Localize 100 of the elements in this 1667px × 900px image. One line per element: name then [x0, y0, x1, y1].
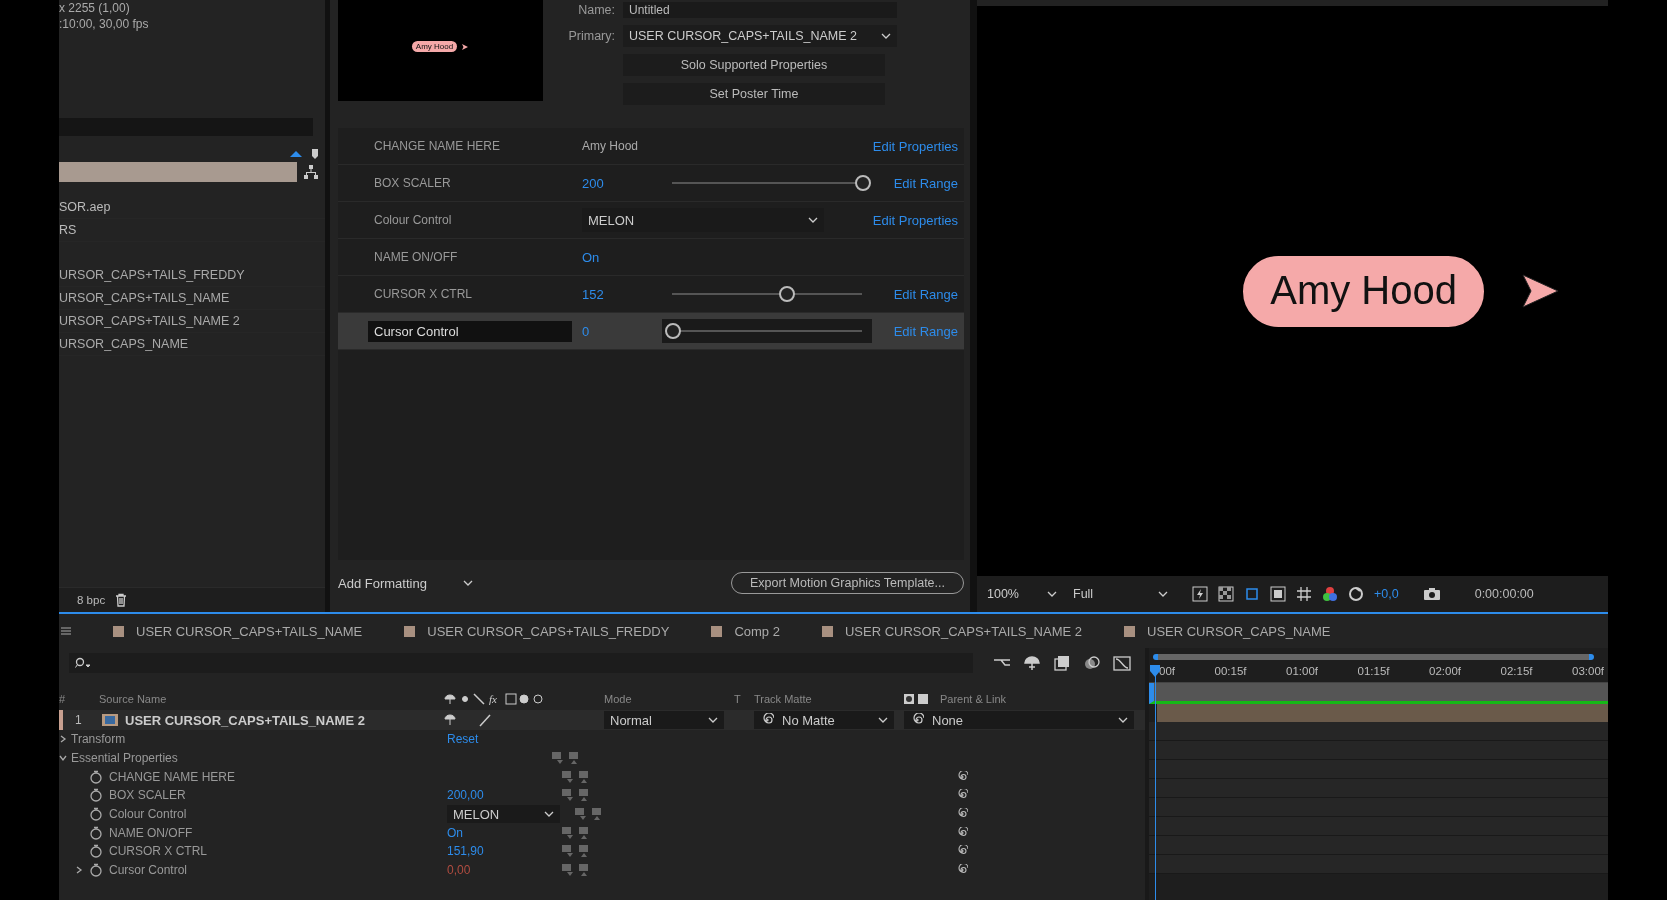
menu-icon[interactable]	[61, 626, 71, 636]
slider-thumb[interactable]	[779, 286, 795, 302]
primary-dropdown[interactable]: USER CURSOR_CAPS+TAILS_NAME 2	[623, 25, 897, 47]
triangle-icon[interactable]	[289, 150, 303, 158]
trash-icon[interactable]	[115, 593, 128, 607]
name-field[interactable]: Untitled	[623, 2, 897, 18]
composition-tab[interactable]: USER CURSOR_CAPS_NAME	[1124, 623, 1331, 639]
bit-depth-button[interactable]: 8 bpc	[77, 594, 106, 606]
stopwatch-icon[interactable]	[89, 788, 103, 803]
composition-tab[interactable]: USER CURSOR_CAPS+TAILS_NAME	[113, 623, 363, 639]
caret-icon[interactable]	[878, 717, 888, 723]
pick-whip-icon[interactable]	[910, 713, 924, 727]
property-label: BOX SCALER	[373, 175, 452, 192]
transparency-grid-icon[interactable]	[1218, 586, 1234, 602]
playhead-icon[interactable]	[1149, 664, 1161, 678]
mode-dropdown[interactable]: Normal	[604, 711, 724, 729]
composition-tab[interactable]: USER CURSOR_CAPS+TAILS_NAME 2	[821, 623, 1082, 639]
grid-icon[interactable]	[1296, 586, 1312, 602]
exposure-value[interactable]: +0,0	[1374, 587, 1399, 601]
property-value[interactable]: On	[582, 249, 652, 265]
panel-button[interactable]: Solo Supported Properties	[623, 54, 885, 76]
stopwatch-icon[interactable]	[89, 769, 103, 784]
edit-link[interactable]: Edit Range	[893, 286, 958, 302]
camera-icon[interactable]	[1422, 587, 1441, 601]
slider-thumb[interactable]	[665, 323, 681, 339]
tag-icon[interactable]	[311, 148, 319, 160]
zoom-dropdown[interactable]: 100%	[987, 587, 1063, 601]
edit-link[interactable]: Edit Range	[893, 175, 958, 191]
graph-editor-icon[interactable]	[1113, 655, 1131, 671]
caret-icon[interactable]	[808, 217, 818, 223]
caret-icon[interactable]	[708, 717, 718, 723]
composition-tab[interactable]: Comp 2	[711, 623, 780, 639]
layer-switches-icon[interactable]	[444, 713, 494, 727]
track-matte-dropdown[interactable]: No Matte	[754, 711, 894, 729]
layer-name[interactable]: USER CURSOR_CAPS+TAILS_NAME 2	[125, 712, 365, 728]
property-value[interactable]: 200,00	[447, 788, 557, 803]
edit-link[interactable]: Edit Properties	[872, 138, 958, 154]
chevron-icon[interactable]	[59, 754, 67, 763]
add-formatting-dropdown[interactable]: Add Formatting	[338, 575, 473, 591]
search-field[interactable]	[59, 162, 297, 182]
color-channels-icon[interactable]	[1322, 586, 1338, 602]
project-item[interactable]: URSOR_CAPS_NAME	[59, 333, 325, 356]
project-item[interactable]: URSOR_CAPS+TAILS_FREDDY	[59, 264, 325, 287]
motion-blur-icon[interactable]	[1083, 655, 1101, 671]
shy-icon[interactable]	[1023, 655, 1041, 671]
caret-icon[interactable]	[544, 811, 555, 818]
stopwatch-icon[interactable]	[89, 825, 103, 840]
reset-exposure-icon[interactable]	[1348, 586, 1364, 602]
project-item[interactable]: RS	[59, 219, 325, 242]
work-area-bar[interactable]	[1149, 683, 1608, 704]
property-value[interactable]: Amy Hood	[582, 139, 639, 153]
slider-thumb[interactable]	[855, 175, 871, 191]
property-value[interactable]: 200	[582, 175, 652, 191]
property-name: Essential Properties	[71, 751, 178, 766]
composition-tab[interactable]: USER CURSOR_CAPS+TAILS_FREDDY	[404, 623, 670, 639]
ruler-label: 01:15f	[1357, 665, 1390, 677]
property-dropdown[interactable]: MELON	[582, 208, 824, 232]
edit-link[interactable]: Edit Properties	[872, 212, 958, 228]
hierarchy-icon[interactable]	[303, 164, 319, 180]
pick-whip-icon[interactable]	[956, 770, 968, 783]
search-icon[interactable]	[75, 657, 91, 669]
caret-icon[interactable]	[463, 580, 473, 586]
caret-icon[interactable]	[1158, 591, 1168, 597]
safe-margins-icon[interactable]	[1270, 586, 1286, 602]
reset-link[interactable]: Reset	[447, 732, 479, 747]
project-item[interactable]: URSOR_CAPS+TAILS_NAME	[59, 287, 325, 310]
property-value[interactable]: 152	[582, 286, 652, 302]
property-row[interactable]: CHANGE NAME HERE Amy Hood Edit Properties	[338, 128, 964, 165]
caret-icon[interactable]	[881, 33, 891, 39]
project-item[interactable]: URSOR_CAPS+TAILS_NAME 2	[59, 310, 325, 333]
property-value[interactable]: 151,90	[447, 844, 557, 859]
resolution-dropdown[interactable]: Full	[1073, 587, 1174, 601]
panel-button[interactable]: Set Poster Time	[623, 83, 885, 105]
stopwatch-icon[interactable]	[89, 863, 103, 878]
frame-blending-icon[interactable]	[1053, 655, 1071, 671]
stopwatch-icon[interactable]	[89, 844, 103, 859]
timecode[interactable]: 0:00:00:00	[1474, 587, 1534, 601]
stopwatch-icon[interactable]	[89, 807, 103, 822]
chevron-icon[interactable]	[75, 866, 83, 875]
layer-row[interactable]: 1 USER CURSOR_CAPS+TAILS_NAME 2 Normal No Matte None	[59, 710, 1145, 730]
property-row[interactable]: Cursor Control 0 Edit Range	[338, 313, 964, 350]
property-row[interactable]: Colour Control MELON Edit Properties	[338, 202, 964, 239]
property-value[interactable]: On	[447, 825, 557, 840]
fast-preview-icon[interactable]	[1192, 586, 1208, 602]
name-tag: Amy Hood	[1243, 255, 1484, 327]
pick-whip-icon[interactable]	[956, 826, 968, 839]
property-dropdown[interactable]: MELON	[447, 805, 561, 824]
mask-icon[interactable]	[1244, 586, 1260, 602]
caret-icon[interactable]	[1118, 717, 1128, 723]
keyframe-icons[interactable]	[574, 807, 604, 822]
parent-dropdown[interactable]: None	[904, 711, 1134, 729]
property-slider[interactable]	[662, 319, 872, 343]
pick-whip-icon[interactable]	[760, 713, 774, 727]
property-row[interactable]: BOX SCALER 200 Edit Range	[338, 165, 964, 202]
property-name: Cursor Control	[109, 863, 188, 878]
caret-icon[interactable]	[1047, 591, 1057, 597]
search-field[interactable]	[69, 653, 973, 673]
property-row[interactable]: NAME ON/OFF On	[338, 239, 964, 276]
chevron-icon[interactable]	[59, 735, 67, 744]
project-item[interactable]: SOR.aep	[59, 196, 325, 219]
